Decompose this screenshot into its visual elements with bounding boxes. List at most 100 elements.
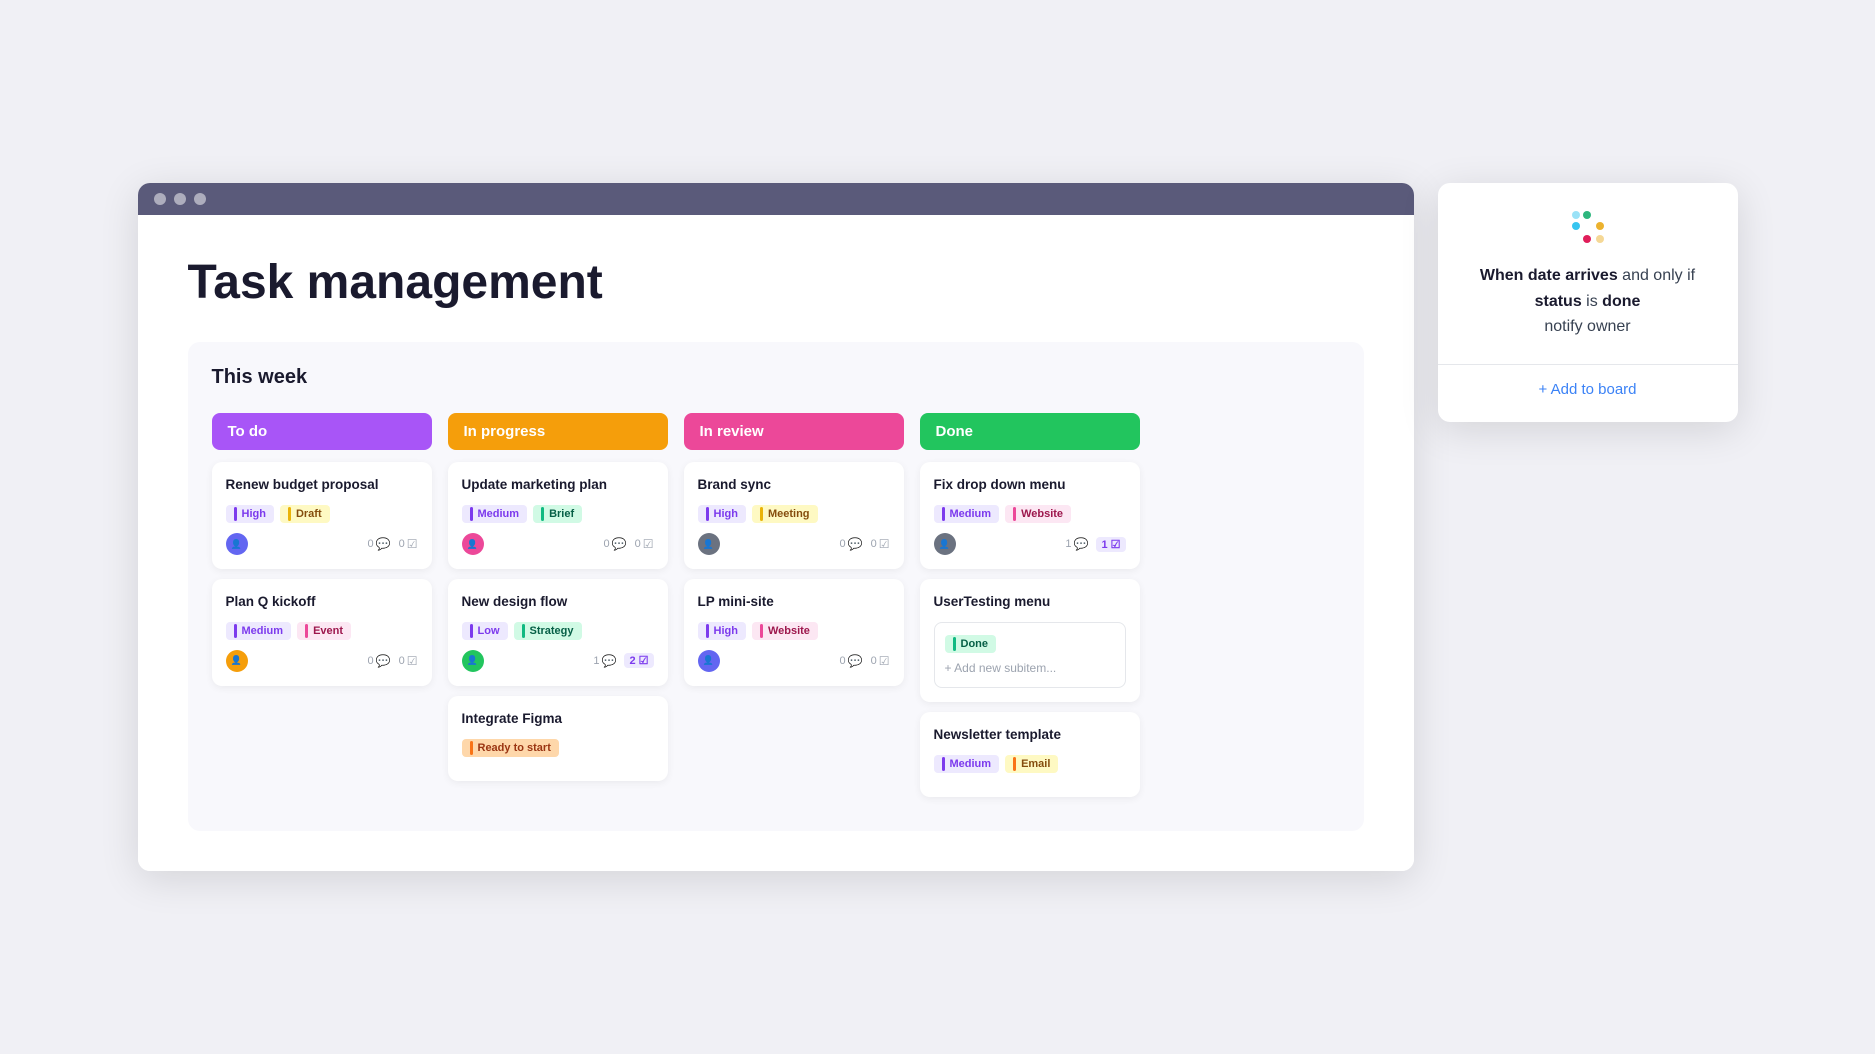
tags-row: Low Strategy (462, 622, 654, 640)
panel-divider (1438, 364, 1738, 365)
card-stats: 0 💬 0 ☑ (840, 537, 890, 551)
tag-high: High (226, 505, 274, 523)
column-inreview: In review Brand sync High Meeting 👤 (684, 413, 904, 696)
main-container: Task management This week To do Renew bu… (138, 183, 1738, 871)
card-footer: 👤 0 💬 0 ☑ (226, 650, 418, 672)
add-subitem-button[interactable]: + Add new subitem... (943, 657, 1117, 679)
card-fix-dropdown: Fix drop down menu Medium Website 👤 1 (920, 462, 1140, 569)
card-title: Fix drop down menu (934, 476, 1126, 495)
tag-medium: Medium (226, 622, 292, 640)
tag-draft: Draft (280, 505, 330, 523)
comment-icon: 💬 (376, 654, 391, 668)
card-footer: 👤 1 💬 1 ☑ (934, 533, 1126, 555)
card-newsletter: Newsletter template Medium Email (920, 712, 1140, 797)
notification-panel: When date arrives and only if status is … (1438, 183, 1738, 422)
avatar: 👤 (934, 533, 956, 555)
card-stats: 0 💬 0 ☑ (368, 654, 418, 668)
tasks-highlighted: 1 ☑ (1096, 537, 1125, 552)
card-footer: 👤 0 💬 0 ☑ (462, 533, 654, 555)
column-header-inreview: In review (684, 413, 904, 450)
subitem-section: Done + Add new subitem... (934, 622, 1126, 688)
column-todo: To do Renew budget proposal High Draft 👤 (212, 413, 432, 696)
stat-comments: 1 💬 (1065, 537, 1088, 551)
avatar: 👤 (226, 650, 248, 672)
browser-window: Task management This week To do Renew bu… (138, 183, 1414, 871)
card-title: Plan Q kickoff (226, 593, 418, 612)
comment-icon: 💬 (612, 537, 627, 551)
stat-comments: 0 💬 (368, 654, 391, 668)
browser-dot-1 (154, 193, 166, 205)
column-header-done: Done (920, 413, 1140, 450)
card-title: New design flow (462, 593, 654, 612)
tag-website: Website (1005, 505, 1071, 523)
card-title: Newsletter template (934, 726, 1126, 745)
tags-row: Ready to start (462, 739, 654, 757)
tag-done: Done (945, 635, 997, 653)
card-footer: 👤 0 💬 0 ☑ (226, 533, 418, 555)
tag-website: Website (752, 622, 818, 640)
task-icon: ☑ (407, 537, 418, 551)
card-renew-budget: Renew budget proposal High Draft 👤 0 (212, 462, 432, 569)
column-inprogress: In progress Update marketing plan Medium… (448, 413, 668, 791)
stat-comments: 1 💬 (593, 654, 616, 668)
tag-medium: Medium (462, 505, 528, 523)
card-stats: 0 💬 0 ☑ (604, 537, 654, 551)
card-stats: 1 💬 1 ☑ (1065, 537, 1125, 552)
card-lp-minisite: LP mini-site High Website 👤 0 (684, 579, 904, 686)
stat-tasks: 0 ☑ (871, 654, 890, 668)
card-brand-sync: Brand sync High Meeting 👤 0 💬 (684, 462, 904, 569)
tags-row: Medium Website (934, 505, 1126, 523)
slack-logo-icon (1568, 207, 1608, 247)
task-icon: ☑ (879, 537, 890, 551)
card-title: LP mini-site (698, 593, 890, 612)
stat-tasks: 2 ☑ (624, 653, 653, 668)
stat-comments: 0 💬 (840, 654, 863, 668)
notification-text: When date arrives and only if status is … (1462, 263, 1714, 340)
tags-row: High Meeting (698, 505, 890, 523)
browser-content: Task management This week To do Renew bu… (138, 215, 1414, 871)
tags-row: Medium Brief (462, 505, 654, 523)
stat-comments: 0 💬 (604, 537, 627, 551)
comment-icon: 💬 (848, 654, 863, 668)
card-title: UserTesting menu (934, 593, 1126, 612)
column-header-todo: To do (212, 413, 432, 450)
avatar: 👤 (462, 650, 484, 672)
comment-icon: 💬 (848, 537, 863, 551)
card-integrate-figma: Integrate Figma Ready to start (448, 696, 668, 781)
task-icon: ☑ (407, 654, 418, 668)
browser-dot-2 (174, 193, 186, 205)
tasks-highlighted: 2 ☑ (624, 653, 653, 668)
columns-row: To do Renew budget proposal High Draft 👤 (212, 413, 1340, 807)
card-stats: 1 💬 2 ☑ (593, 653, 653, 668)
card-footer: 👤 0 💬 0 ☑ (698, 533, 890, 555)
card-title: Brand sync (698, 476, 890, 495)
task-icon: ☑ (643, 537, 654, 551)
tags-row: High Website (698, 622, 890, 640)
comment-icon: 💬 (376, 537, 391, 551)
add-to-board-button[interactable]: + Add to board (1462, 381, 1714, 398)
stat-comments: 0 💬 (368, 537, 391, 551)
tag-email: Email (1005, 755, 1058, 773)
avatar: 👤 (462, 533, 484, 555)
page-title: Task management (188, 255, 1364, 310)
tag-low: Low (462, 622, 508, 640)
browser-dot-3 (194, 193, 206, 205)
task-icon: ☑ (879, 654, 890, 668)
comment-icon: 💬 (602, 654, 617, 668)
board-section-title: This week (212, 366, 1340, 389)
tag-high: High (698, 622, 746, 640)
tag-brief: Brief (533, 505, 582, 523)
tags-row: High Draft (226, 505, 418, 523)
card-new-design-flow: New design flow Low Strategy 👤 1 (448, 579, 668, 686)
tag-medium: Medium (934, 505, 1000, 523)
column-header-inprogress: In progress (448, 413, 668, 450)
tags-row: Medium Email (934, 755, 1126, 773)
stat-tasks: 0 ☑ (399, 537, 418, 551)
avatar: 👤 (698, 650, 720, 672)
tag-meeting: Meeting (752, 505, 818, 523)
card-title: Update marketing plan (462, 476, 654, 495)
card-title: Renew budget proposal (226, 476, 418, 495)
subitem-row: Done (943, 631, 1117, 657)
board-container: This week To do Renew budget proposal Hi… (188, 342, 1364, 831)
tag-readytostart: Ready to start (462, 739, 559, 757)
